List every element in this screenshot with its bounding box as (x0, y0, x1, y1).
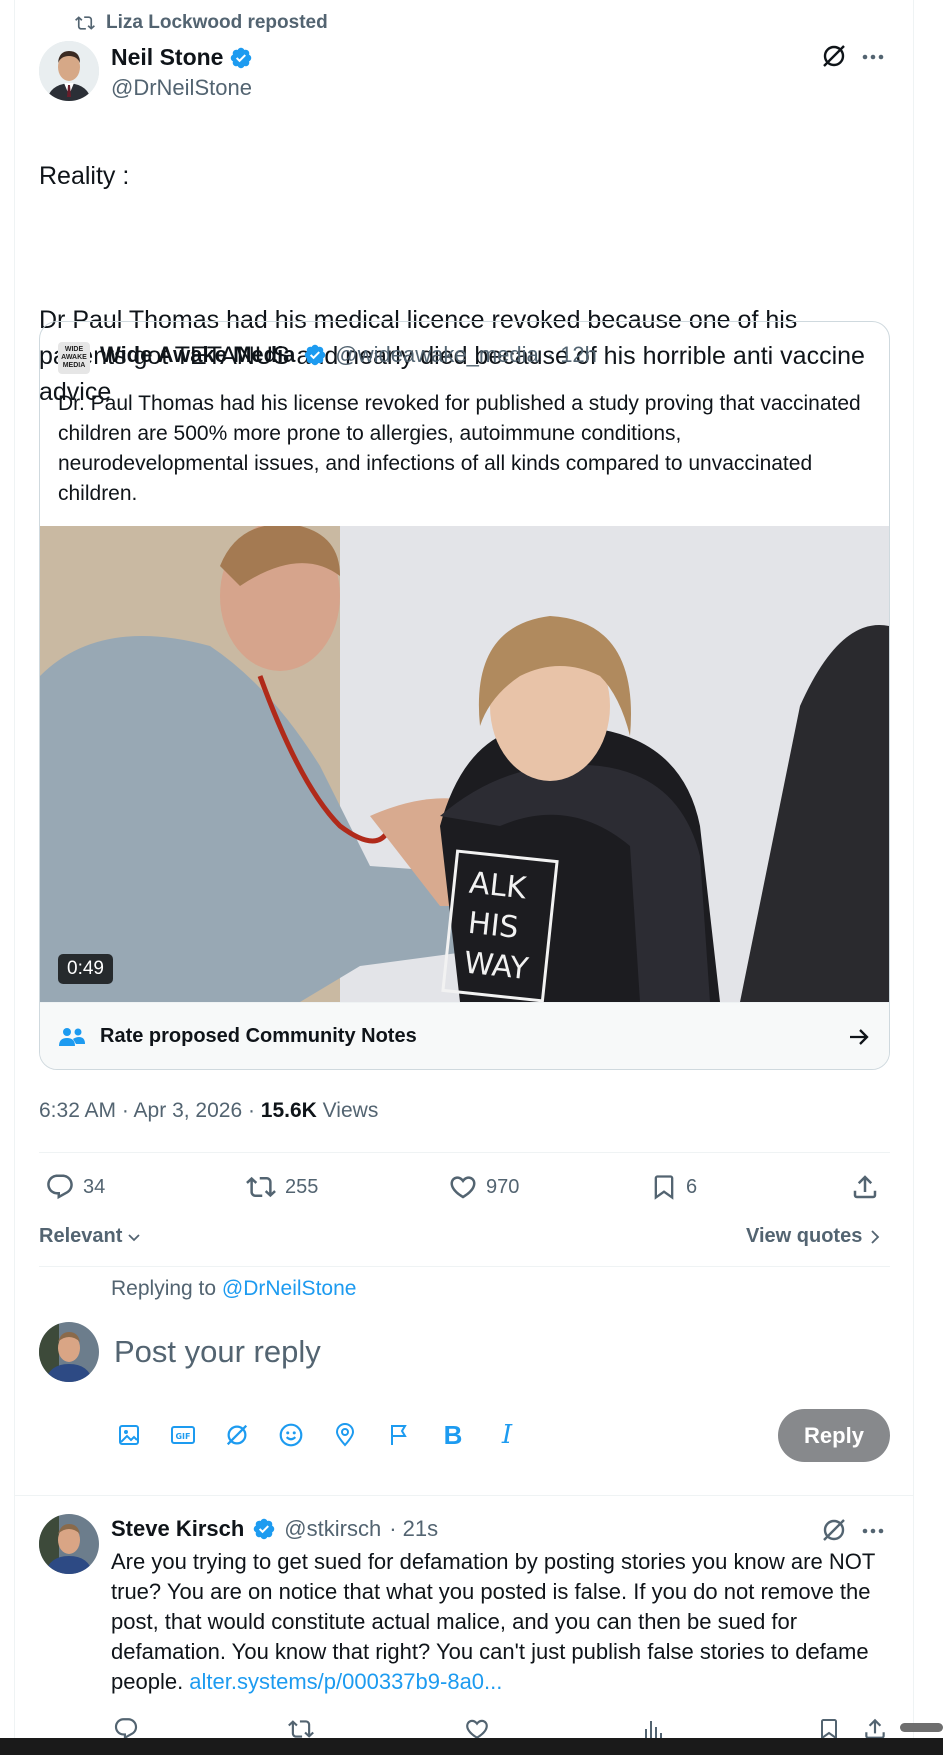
sort-label: Relevant (39, 1225, 123, 1247)
video-duration: 0:49 (58, 954, 113, 984)
scroll-handle[interactable] (900, 1723, 943, 1732)
quote-header: Wide Awake Media @wideawake_media · 12h (100, 342, 597, 368)
shirt-text-line3: WAY (462, 946, 531, 988)
bookmark-action[interactable]: 6 (650, 1172, 697, 1202)
reply-input[interactable]: Post your reply (114, 1334, 321, 1370)
divider (39, 1266, 890, 1267)
chevron-down-icon (126, 1229, 142, 1245)
reply-grok-icon[interactable] (820, 1516, 848, 1544)
replying-to: Replying to @DrNeilStone (111, 1277, 356, 1301)
views-label: Views (316, 1099, 379, 1122)
heart-icon (448, 1172, 478, 1202)
bottom-overlay-bar (0, 1738, 943, 1755)
location-icon[interactable] (330, 1420, 360, 1450)
community-notes-label: Rate proposed Community Notes (100, 1025, 417, 1047)
repost-icon (74, 13, 96, 33)
quote-avatar: WIDE AWAKE MEDIA (58, 342, 90, 374)
repost-count: 255 (285, 1175, 319, 1198)
gif-label: GIF (175, 1432, 190, 1441)
flag-icon[interactable] (384, 1420, 414, 1450)
author-handle[interactable]: @DrNeilStone (111, 75, 252, 101)
post-text-line1: Reality : (39, 162, 130, 190)
shirt-text-line2: HIS (466, 906, 520, 946)
reply-verified-badge-icon (252, 1517, 276, 1541)
post-timestamp[interactable]: 6:32 AM · Apr 3, 2026 · (39, 1099, 261, 1122)
author-name: Neil Stone (111, 44, 224, 70)
italic-label: I (501, 1420, 513, 1450)
quote-verified-badge-icon (303, 343, 327, 367)
gif-icon[interactable]: GIF (168, 1420, 198, 1450)
divider (14, 1495, 914, 1496)
reply-header: Steve Kirsch @stkirsch · 21s (111, 1516, 438, 1542)
view-quotes-label: View quotes (746, 1225, 863, 1247)
current-user-avatar[interactable] (39, 1322, 99, 1382)
sort-dropdown[interactable]: Relevant (39, 1225, 142, 1248)
community-notes-icon (58, 1026, 86, 1048)
reply-button[interactable]: Reply (778, 1409, 890, 1462)
reply-action[interactable]: 34 (45, 1172, 105, 1202)
share-icon[interactable] (850, 1172, 880, 1202)
quoted-post[interactable]: WIDE AWAKE MEDIA Wide Awake Media @widea… (39, 321, 890, 1070)
video-thumbnail: ALK HIS WAY (40, 526, 889, 1002)
replying-to-handle[interactable]: @DrNeilStone (222, 1277, 357, 1300)
reply-author-avatar[interactable] (39, 1514, 99, 1574)
reply-time: · 21s (389, 1516, 439, 1541)
quote-text: Dr. Paul Thomas had his license revoked … (58, 392, 861, 505)
repost-action[interactable]: 255 (245, 1172, 318, 1202)
reply-link[interactable]: alter.systems/p/000337b9-8a0... (189, 1669, 502, 1694)
like-action[interactable]: 970 (448, 1172, 519, 1202)
grok-icon[interactable] (820, 42, 848, 70)
reply-text: Are you trying to get sued for defamatio… (111, 1547, 901, 1697)
reply-more-options-icon[interactable] (860, 1518, 886, 1544)
replying-to-prefix: Replying to (111, 1277, 222, 1300)
author-avatar[interactable] (39, 41, 99, 101)
divider (39, 1152, 890, 1153)
image-icon[interactable] (114, 1420, 144, 1450)
view-quotes-link[interactable]: View quotes (746, 1225, 882, 1248)
quote-name: Wide Awake Media (100, 342, 296, 367)
author-name-row[interactable]: Neil Stone (111, 44, 253, 71)
like-count: 970 (486, 1175, 520, 1198)
video-player[interactable]: ALK HIS WAY 0:49 (40, 526, 889, 1002)
post-meta: 6:32 AM · Apr 3, 2026 · 15.6K Views (39, 1099, 378, 1123)
composer-toolbar: GIF B I (114, 1420, 522, 1450)
bold-icon[interactable]: B (438, 1420, 468, 1450)
more-options-icon[interactable] (860, 44, 886, 70)
bookmark-count: 6 (686, 1175, 698, 1198)
grok-compose-icon[interactable] (222, 1420, 252, 1450)
views-count: 15.6K (260, 1099, 317, 1122)
repost-action-icon (245, 1172, 277, 1202)
emoji-icon[interactable] (276, 1420, 306, 1450)
quote-handle: @wideawake_media (335, 342, 539, 367)
repost-text: Liza Lockwood reposted (106, 12, 328, 33)
italic-icon[interactable]: I (492, 1420, 522, 1450)
arrow-right-icon (847, 1025, 871, 1049)
quote-avatar-logo: WIDE AWAKE MEDIA (61, 346, 87, 369)
shirt-text-line1: ALK (467, 866, 529, 907)
reply-author-handle[interactable]: @stkirsch (284, 1516, 381, 1542)
chevron-right-icon (868, 1229, 882, 1245)
reply-icon (45, 1172, 75, 1202)
reply-count: 34 (83, 1175, 106, 1198)
bookmark-icon (650, 1172, 678, 1202)
quote-time: · 12h (546, 342, 597, 367)
verified-badge-icon (229, 46, 253, 70)
reply-author-name[interactable]: Steve Kirsch (111, 1516, 244, 1542)
repost-header[interactable]: Liza Lockwood reposted (74, 12, 328, 34)
bold-label: B (443, 1419, 463, 1450)
community-notes-bar[interactable]: Rate proposed Community Notes (40, 1002, 889, 1069)
